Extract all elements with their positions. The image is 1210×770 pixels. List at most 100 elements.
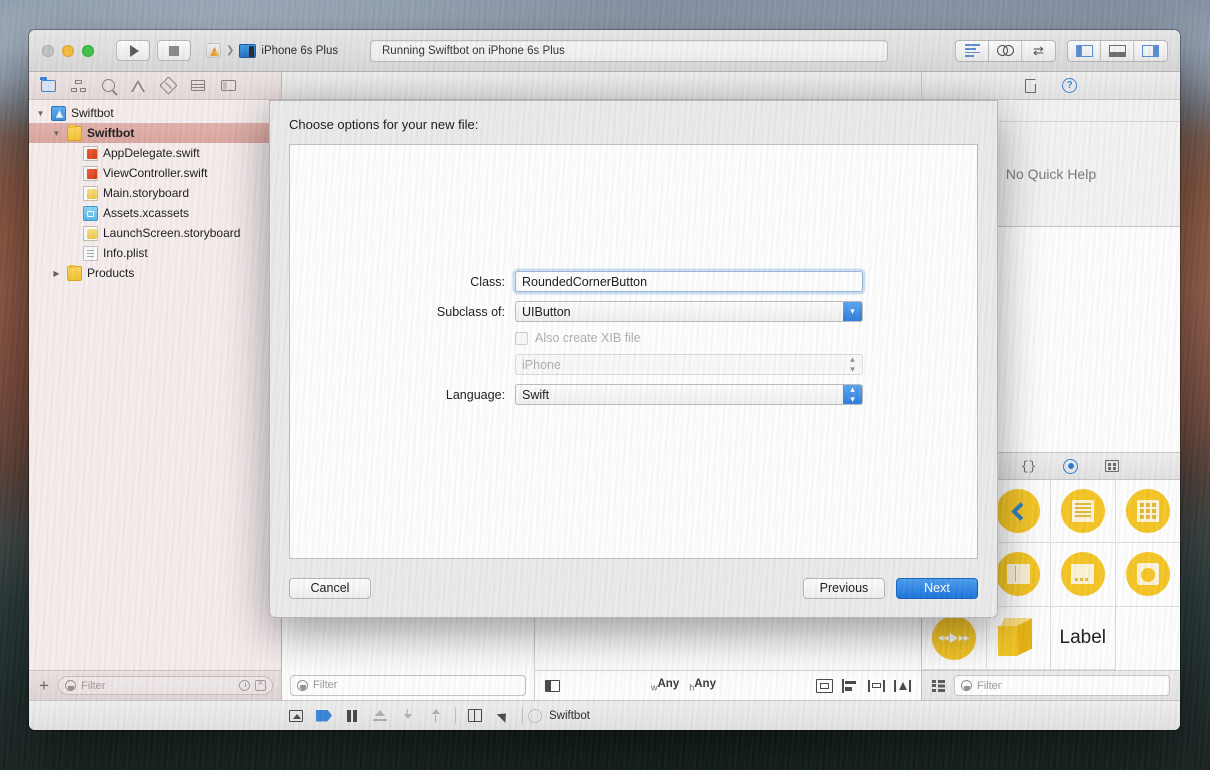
toggle-document-outline-icon[interactable] bbox=[545, 679, 560, 692]
checkbox-box bbox=[515, 331, 528, 345]
library-item[interactable] bbox=[1115, 543, 1180, 607]
issue-navigator-tab[interactable] bbox=[123, 75, 153, 97]
object-library-icon[interactable] bbox=[1063, 458, 1079, 474]
editor-jump-bar[interactable] bbox=[282, 72, 921, 100]
version-editor-button[interactable]: ⇄ bbox=[1022, 41, 1055, 61]
find-navigator-tab[interactable] bbox=[93, 75, 123, 97]
scheme-selector[interactable]: ❯ iPhone 6s Plus bbox=[200, 40, 347, 61]
file-tree-row[interactable]: Main.storyboard bbox=[29, 183, 281, 203]
pin-icon[interactable] bbox=[868, 679, 885, 693]
navigator-filter-input[interactable]: Filter bbox=[58, 676, 273, 695]
zoom-button[interactable] bbox=[82, 44, 94, 57]
class-input[interactable]: RoundedCornerButton bbox=[515, 271, 863, 292]
disclosure-triangle-closed-icon[interactable]: ▶ bbox=[51, 269, 62, 278]
library-list-view-icon[interactable] bbox=[932, 679, 945, 692]
source-control-filter-icon[interactable] bbox=[255, 678, 266, 691]
library-item[interactable] bbox=[986, 543, 1051, 607]
folder-icon bbox=[39, 76, 56, 92]
file-tree-row[interactable]: AppDelegate.swift bbox=[29, 143, 281, 163]
breakpoints-button[interactable] bbox=[310, 709, 338, 722]
step-out-button[interactable] bbox=[422, 709, 450, 722]
tab-bar-controller-object-icon bbox=[931, 552, 976, 597]
debug-controls: Swiftbot bbox=[282, 707, 590, 724]
file-tree-row[interactable]: ▼ Swiftbot bbox=[29, 103, 281, 123]
subclass-popup-button[interactable]: UIButton ▾ bbox=[515, 301, 863, 322]
quick-help-inspector-icon[interactable]: ? bbox=[1062, 78, 1077, 93]
canvas[interactable]: wAny hAny bbox=[535, 100, 921, 700]
embed-in-stack-icon[interactable] bbox=[816, 678, 833, 693]
symbol-navigator-tab[interactable] bbox=[63, 75, 93, 97]
project-navigator-tab[interactable] bbox=[33, 75, 63, 97]
standard-editor-button[interactable] bbox=[956, 40, 989, 61]
step-out-icon bbox=[430, 709, 442, 722]
simulate-location-button[interactable] bbox=[489, 708, 517, 723]
file-tree-row[interactable]: LaunchScreen.storyboard bbox=[29, 223, 281, 243]
step-over-button[interactable] bbox=[366, 709, 394, 722]
library-item[interactable] bbox=[922, 606, 987, 670]
library-filter-input[interactable]: Filter bbox=[954, 675, 1170, 696]
recent-files-icon[interactable] bbox=[239, 680, 250, 691]
device-field-row: iPhone ▴ ▾ bbox=[290, 354, 977, 375]
resolve-auto-layout-icon[interactable] bbox=[894, 679, 911, 693]
close-button[interactable] bbox=[42, 44, 54, 57]
object-library-grid[interactable]: Label bbox=[922, 480, 1180, 670]
media-library-icon[interactable] bbox=[1105, 460, 1120, 472]
library-item[interactable]: Label bbox=[1051, 606, 1116, 670]
next-button[interactable]: Next bbox=[896, 577, 978, 599]
library-item[interactable] bbox=[922, 480, 987, 544]
document-outline-pane: Filter bbox=[282, 100, 535, 700]
cancel-button[interactable]: Cancel bbox=[289, 577, 371, 599]
language-value: Swift bbox=[522, 387, 550, 402]
debug-area-toggle-button[interactable] bbox=[1101, 40, 1134, 61]
library-item[interactable] bbox=[986, 480, 1051, 544]
language-popup-button[interactable]: Swift ▴ ▾ bbox=[515, 384, 863, 405]
breakpoints-icon bbox=[316, 709, 332, 722]
add-file-button[interactable]: + bbox=[37, 677, 51, 694]
debug-navigator-tab[interactable] bbox=[213, 75, 243, 97]
disclosure-triangle-open-icon[interactable]: ▼ bbox=[35, 109, 46, 118]
library-item[interactable] bbox=[986, 606, 1051, 670]
run-button[interactable] bbox=[116, 40, 150, 61]
file-tree-row[interactable]: ▼ Swiftbot bbox=[29, 123, 281, 143]
test-navigator-tab[interactable] bbox=[153, 75, 183, 97]
outline-filter-input[interactable]: Filter bbox=[290, 674, 526, 696]
library-item[interactable] bbox=[1051, 480, 1116, 544]
stop-button[interactable] bbox=[157, 40, 191, 61]
version-editor-icon: ⇄ bbox=[1033, 43, 1044, 58]
previous-button[interactable]: Previous bbox=[803, 577, 885, 599]
canvas-blank-area[interactable] bbox=[535, 100, 921, 670]
library-item[interactable] bbox=[1115, 480, 1180, 544]
disclosure-triangle-open-icon[interactable]: ▼ bbox=[51, 129, 62, 138]
navigator-toggle-button[interactable] bbox=[1068, 40, 1101, 61]
status-text: Running Swiftbot on iPhone 6s Plus bbox=[382, 44, 565, 57]
assistant-editor-button[interactable] bbox=[989, 40, 1022, 61]
library-item[interactable] bbox=[1051, 543, 1116, 607]
hide-debug-area-button[interactable] bbox=[282, 709, 310, 722]
library-tabbar: {} bbox=[922, 452, 1180, 480]
project-file-tree[interactable]: ▼ Swiftbot ▼ Swiftbot AppDelegate.swift ViewC… bbox=[29, 100, 281, 670]
file-tree-row[interactable]: Info.plist bbox=[29, 243, 281, 263]
library-item[interactable] bbox=[922, 543, 987, 607]
report-navigator-tab[interactable] bbox=[183, 75, 213, 97]
pause-button[interactable] bbox=[338, 709, 366, 722]
code-snippet-library-icon[interactable]: {} bbox=[1021, 459, 1037, 474]
also-create-xib-checkbox[interactable]: Also create XIB file bbox=[515, 331, 863, 345]
language-label: Language: bbox=[445, 387, 505, 402]
file-tree-row[interactable]: ▶ Products bbox=[29, 263, 281, 283]
minimize-button[interactable] bbox=[62, 44, 74, 57]
debug-view-hierarchy-button[interactable] bbox=[461, 709, 489, 722]
file-tree-label: AppDelegate.swift bbox=[103, 146, 200, 160]
size-class-indicator[interactable]: wAny hAny bbox=[560, 678, 807, 692]
align-icon[interactable] bbox=[842, 678, 859, 693]
file-tree-row[interactable]: Assets.xcassets bbox=[29, 203, 281, 223]
outline-filter-bar: Filter bbox=[282, 670, 534, 700]
file-tree-row[interactable]: ViewController.swift bbox=[29, 163, 281, 183]
utilities-toggle-button[interactable] bbox=[1134, 41, 1167, 61]
file-template-library-icon[interactable] bbox=[982, 459, 994, 473]
navigation-controller-object-icon bbox=[996, 489, 1041, 534]
file-inspector-icon[interactable] bbox=[1025, 78, 1036, 93]
page-view-controller-object-icon bbox=[1060, 552, 1105, 597]
document-outline-list[interactable] bbox=[282, 100, 534, 670]
device-popup-button[interactable]: iPhone ▴ ▾ bbox=[515, 354, 863, 375]
step-into-button[interactable] bbox=[394, 709, 422, 722]
